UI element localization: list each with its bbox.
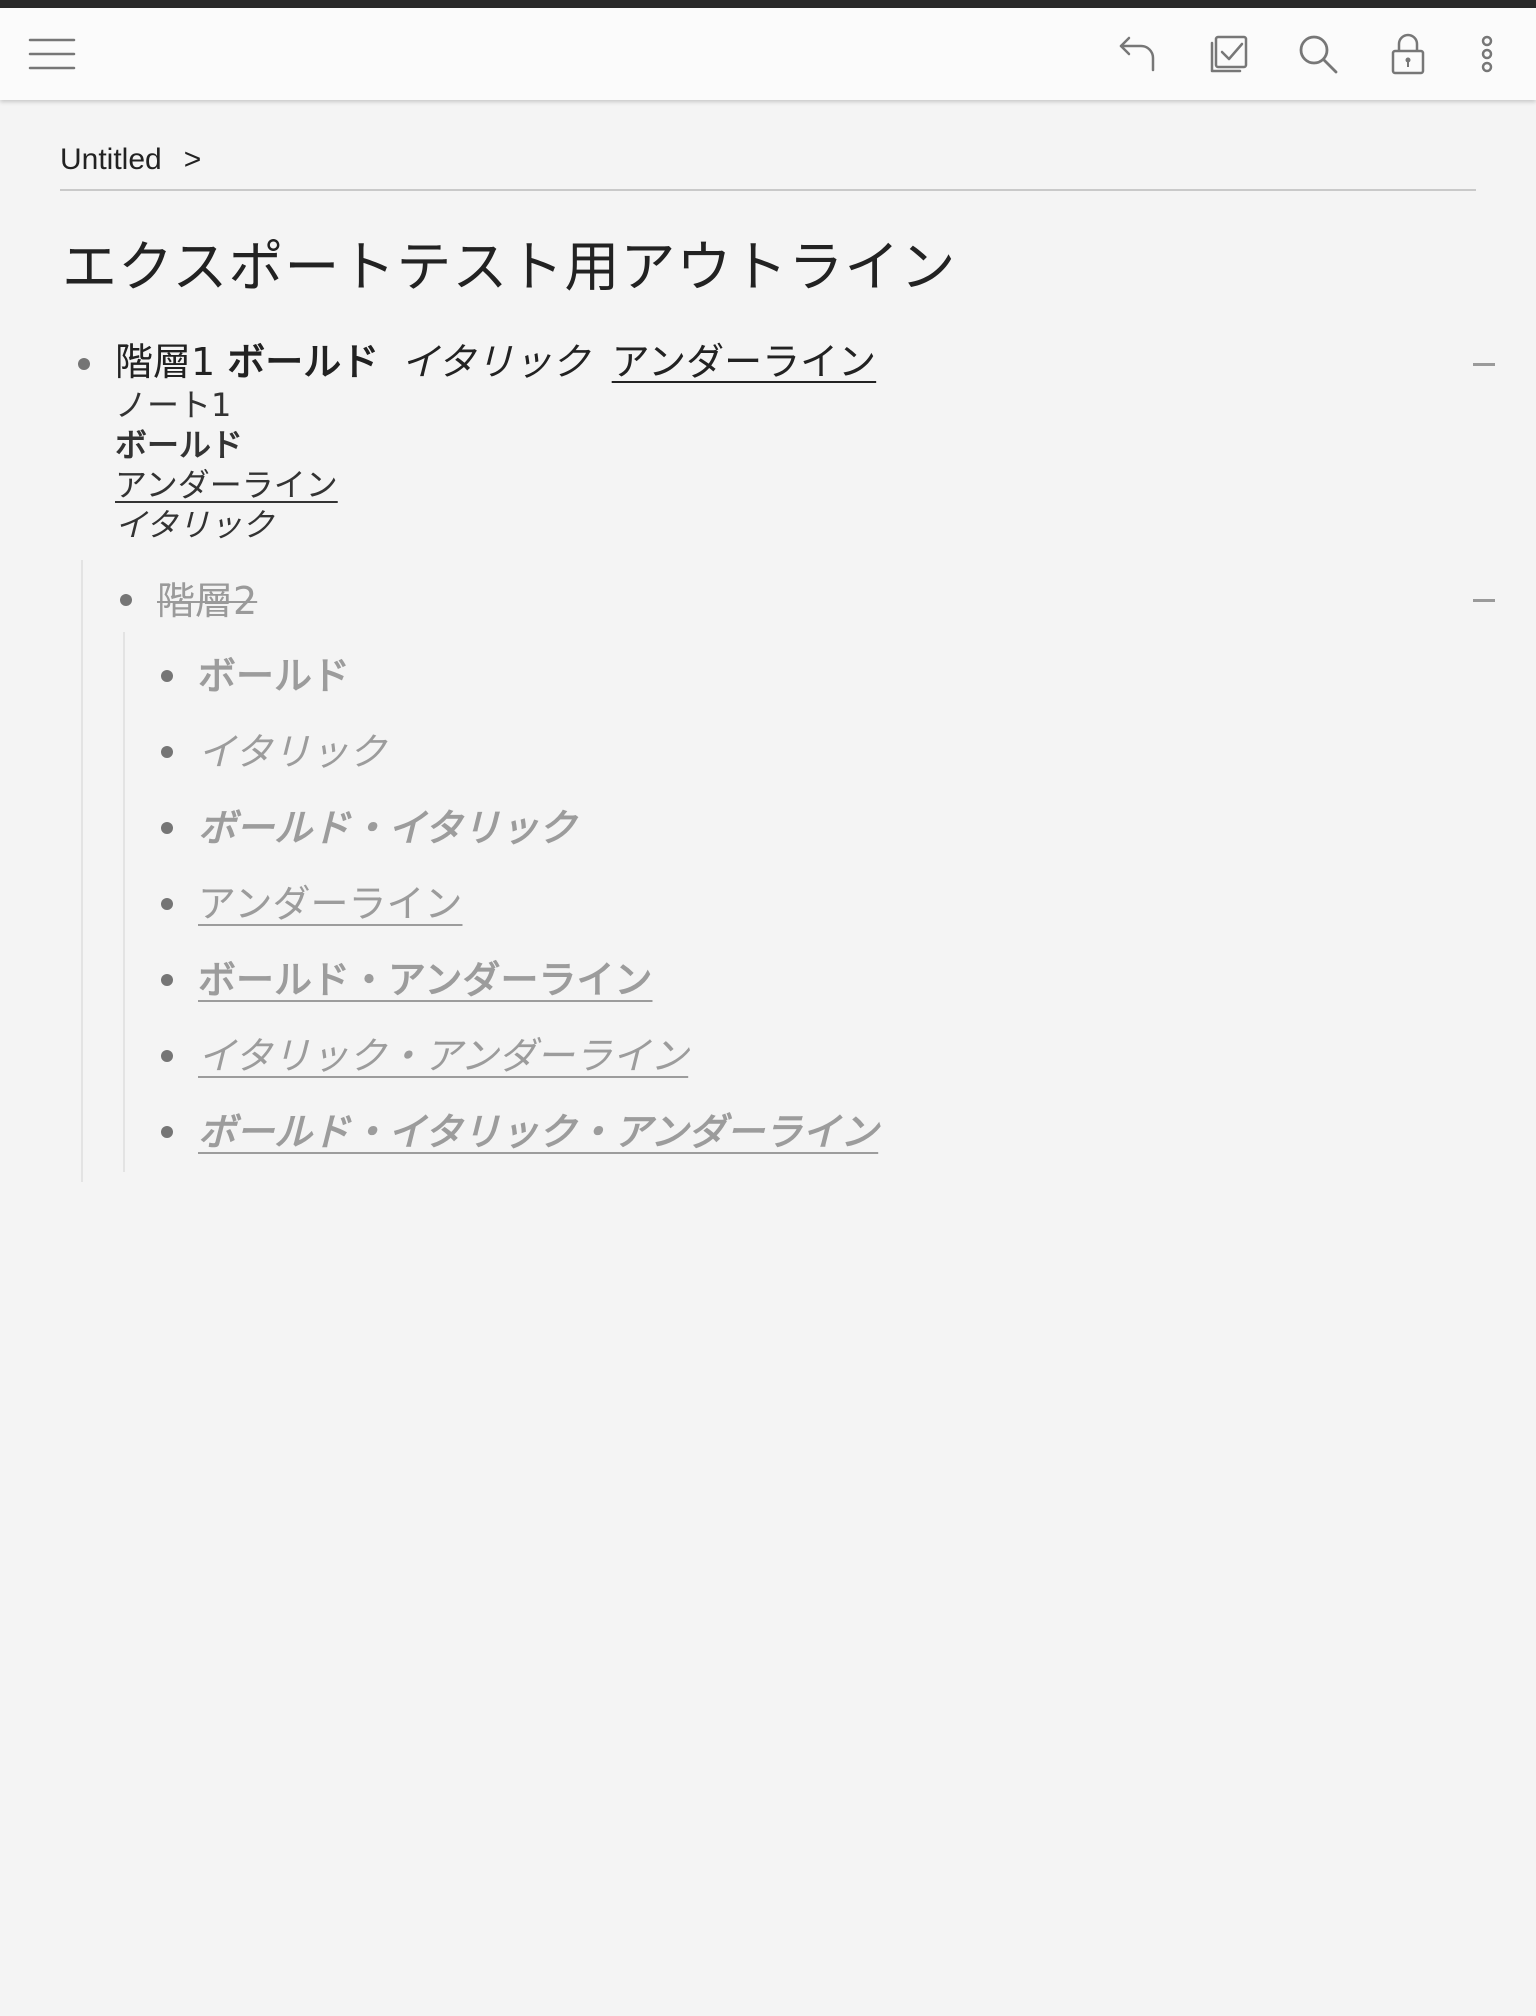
checklist-button[interactable] (1205, 30, 1253, 78)
outline-bullet-level3[interactable] (161, 1050, 173, 1062)
outline-item-level3-italic-underline[interactable]: イタリック・アンダーライン (198, 1030, 688, 1082)
outline-item-level2[interactable]: 階層2 (157, 575, 257, 627)
more-options-button[interactable] (1463, 30, 1511, 78)
outline-item-level1[interactable]: 階層1 ボールド イタリック アンダーライン (115, 336, 876, 388)
breadcrumb-separator: > (183, 143, 202, 176)
breadcrumb: Untitled > (60, 143, 201, 177)
outline-item-level3-bold-underline[interactable]: ボールド・アンダーライン (198, 954, 652, 1006)
level1-text-underline: アンダーライン (611, 340, 877, 384)
note-line-bold: ボールド (115, 426, 244, 464)
indent-guide-level2 (123, 632, 125, 1172)
breadcrumb-root[interactable]: Untitled (60, 143, 162, 177)
undo-button[interactable] (1113, 30, 1161, 78)
breadcrumb-divider (60, 189, 1476, 191)
page-title[interactable]: エクスポートテスト用アウトライン (62, 222, 956, 302)
level1-text-italic: イタリック (401, 340, 590, 384)
undo-icon (1117, 34, 1157, 74)
checklist-icon (1208, 33, 1250, 75)
lock-button[interactable] (1384, 30, 1432, 78)
top-toolbar (0, 8, 1536, 100)
outline-item-level3-italic[interactable]: イタリック (198, 726, 386, 778)
status-strip (0, 0, 1536, 8)
note-line-underline: アンダーライン (115, 466, 338, 504)
note-line-plain: ノート1 (115, 386, 232, 424)
outline-bullet-level3[interactable] (161, 746, 173, 758)
outline-bullet-level3[interactable] (161, 670, 173, 682)
outline-bullet-level2[interactable] (120, 594, 132, 606)
menu-button[interactable] (28, 30, 76, 78)
outline-bullet-level3[interactable] (161, 974, 173, 986)
outline-bullet-level3[interactable] (161, 822, 173, 834)
level1-text-bold: ボールド (227, 340, 380, 384)
level1-text-plain: 階層1 (115, 340, 216, 384)
collapse-button-level2[interactable] (1473, 599, 1495, 602)
outline-bullet-level3[interactable] (161, 1126, 173, 1138)
more-vert-icon (1477, 33, 1497, 75)
outline-note[interactable]: ノート1 ボールド アンダーライン イタリック (115, 385, 338, 545)
menu-icon (28, 36, 76, 72)
outline-bullet-level1[interactable] (78, 358, 90, 370)
outline-item-level3-underline[interactable]: アンダーライン (198, 878, 462, 930)
outline-item-level3-bold-italic[interactable]: ボールド・イタリック (198, 802, 576, 854)
indent-guide-level1 (81, 560, 83, 1182)
outline-item-level3-bold[interactable]: ボールド (198, 650, 350, 702)
outline-item-level3-bold-italic-underline[interactable]: ボールド・イタリック・アンダーライン (198, 1106, 878, 1158)
lock-icon (1390, 33, 1426, 75)
outline-bullet-level3[interactable] (161, 898, 173, 910)
collapse-button-level1[interactable] (1473, 363, 1495, 366)
search-icon (1297, 33, 1339, 75)
note-line-italic: イタリック (115, 506, 274, 544)
search-button[interactable] (1294, 30, 1342, 78)
